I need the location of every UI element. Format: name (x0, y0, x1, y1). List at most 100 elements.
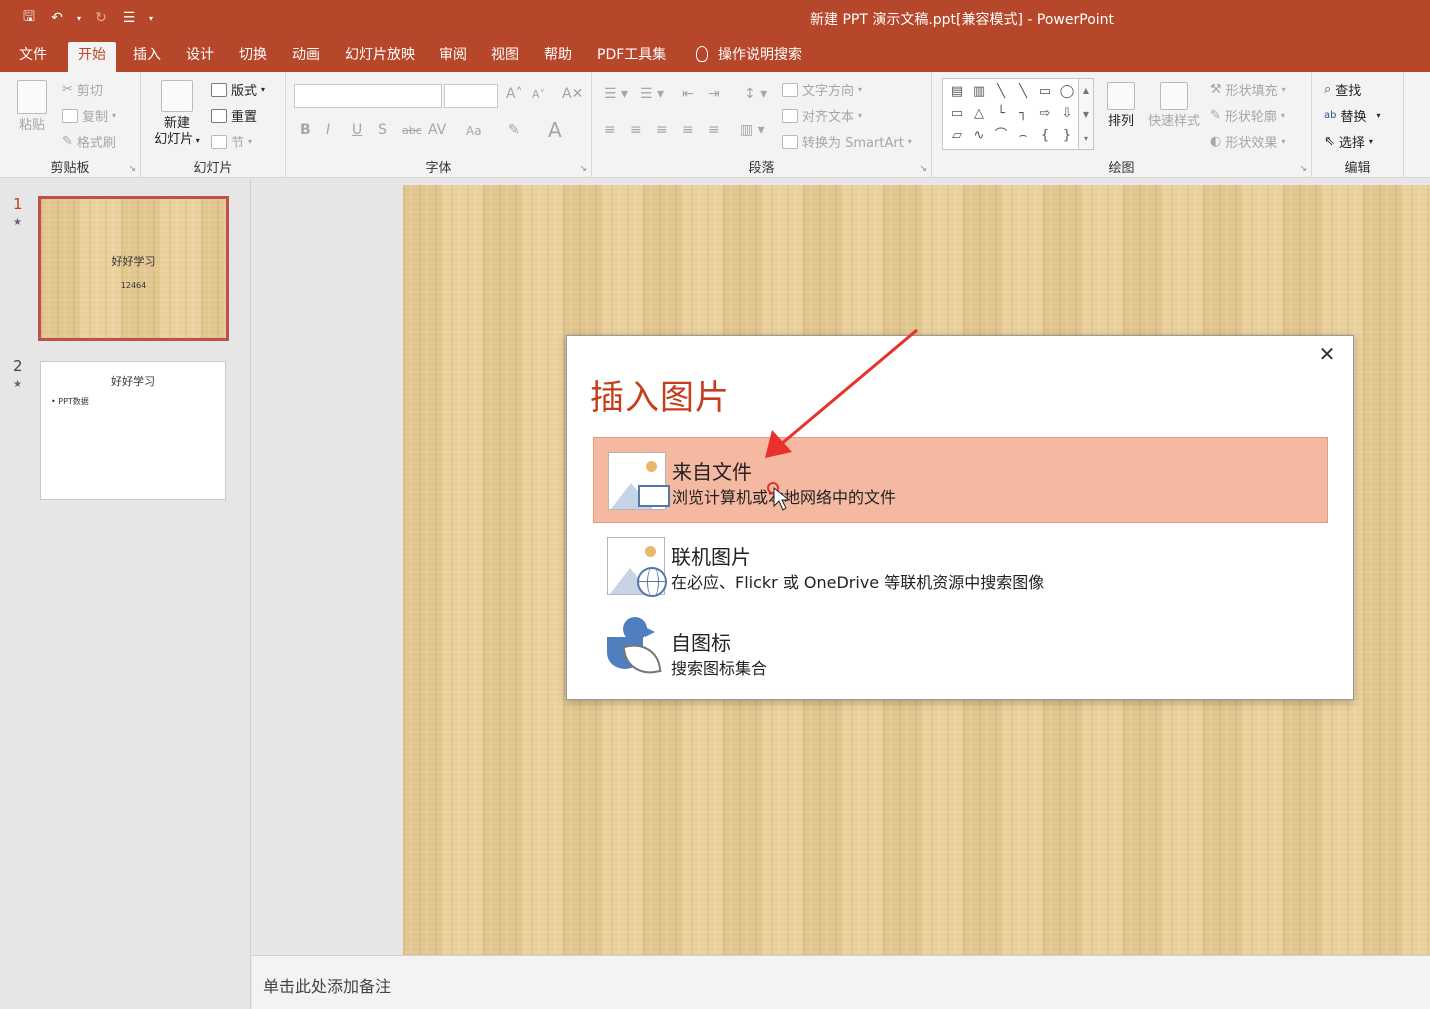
quick-styles-button[interactable]: 快速样式 (1146, 82, 1202, 130)
from-file-option[interactable]: 来自文件 浏览计算机或本地网络中的文件 (593, 437, 1328, 523)
oval-shape-icon[interactable]: ◯ (1057, 81, 1077, 103)
underline-icon[interactable]: U (352, 122, 362, 138)
notes-pane[interactable]: 单击此处添加备注 (252, 955, 1430, 1009)
italic-icon[interactable]: I (326, 122, 330, 138)
brace-right-shape-icon[interactable]: } (1057, 125, 1077, 147)
close-icon[interactable]: ✕ (1317, 344, 1337, 364)
freeform-shape-icon[interactable]: ▱ (947, 125, 967, 147)
connector-shape-icon[interactable]: └ (991, 103, 1011, 125)
redo-icon[interactable]: ↻ (90, 8, 112, 28)
tab-review[interactable]: 审阅 (429, 42, 477, 72)
textbox-shape-icon[interactable]: ▤ (947, 81, 967, 103)
tell-me-search[interactable]: 操作说明搜索 (686, 42, 812, 72)
tab-file[interactable]: 文件 (9, 42, 57, 72)
section-button[interactable]: 节 ▾ (211, 132, 252, 151)
font-name-combo[interactable] (294, 84, 442, 108)
align-right-icon[interactable]: ≡ (656, 122, 668, 138)
shapes-gallery[interactable]: ▤ ▥ ╲ ╲ ▭ ◯ ▭ △ └ ┐ ⇨ ⇩ ▱ ∿ ⌒ ⌢ { } (942, 78, 1092, 150)
customize-qat-icon[interactable]: ▾ (146, 8, 156, 28)
shapes-gallery-scroll[interactable]: ▲ ▼ ▾ (1078, 78, 1094, 150)
decrease-indent-icon[interactable]: ⇤ (682, 86, 694, 102)
reset-button[interactable]: 重置 (211, 106, 257, 125)
font-color-icon[interactable]: A (548, 118, 562, 142)
connector2-shape-icon[interactable]: ┐ (1013, 103, 1033, 125)
align-text-button[interactable]: 对齐文本 ▾ (782, 106, 862, 125)
clear-formatting-icon[interactable]: A✕ (562, 86, 583, 102)
replace-button[interactable]: ab 替换 ▾ (1324, 106, 1381, 125)
rect2-shape-icon[interactable]: ▭ (947, 103, 967, 125)
grow-font-icon[interactable]: A˄ (506, 86, 523, 102)
line2-shape-icon[interactable]: ╲ (1013, 81, 1033, 103)
tab-slideshow[interactable]: 幻灯片放映 (335, 42, 425, 72)
select-button[interactable]: ⇖ 选择 ▾ (1324, 132, 1373, 151)
arc2-shape-icon[interactable]: ⌢ (1013, 125, 1033, 147)
start-from-beginning-icon[interactable]: ☰ (118, 8, 140, 28)
smartart-button[interactable]: 转换为 SmartArt ▾ (782, 132, 912, 151)
curve-shape-icon[interactable]: ∿ (969, 125, 989, 147)
arc-shape-icon[interactable]: ⌒ (991, 125, 1011, 147)
justify-icon[interactable]: ≡ (682, 122, 694, 138)
clipboard-launcher-icon[interactable]: ↘ (128, 164, 136, 174)
right-arrow-shape-icon[interactable]: ⇨ (1035, 103, 1055, 125)
line-shape-icon[interactable]: ╲ (991, 81, 1011, 103)
save-icon[interactable]: 🖫 (18, 8, 40, 28)
shadow-icon[interactable]: S (378, 122, 387, 138)
tab-home[interactable]: 开始 (68, 42, 116, 72)
cut-button[interactable]: ✂ 剪切 (62, 80, 103, 99)
from-icons-option[interactable]: 自图标 搜索图标集合 (593, 609, 1328, 695)
tab-view[interactable]: 视图 (481, 42, 529, 72)
undo-icon[interactable]: ↶ (46, 8, 68, 28)
tab-transitions[interactable]: 切换 (229, 42, 277, 72)
group-font: A˄ A˅ A✕ B I U S abc AV Aa ✎ A 字体 ↘ (286, 72, 592, 178)
format-painter-button[interactable]: ✎ 格式刷 (62, 132, 116, 151)
select-label: 选择 (1338, 136, 1365, 151)
new-slide-button[interactable]: 新建 幻灯片 ▾ (149, 80, 205, 149)
shrink-font-icon[interactable]: A˅ (532, 88, 545, 101)
shape-fill-button[interactable]: ⚒ 形状填充 ▾ (1210, 80, 1286, 99)
arrange-button[interactable]: 排列 (1102, 82, 1140, 130)
character-spacing-icon[interactable]: AV (428, 122, 446, 138)
columns-icon[interactable]: ▥ ▾ (740, 122, 765, 138)
copy-dropdown-icon[interactable]: ▾ (112, 111, 116, 120)
down-arrow-shape-icon[interactable]: ⇩ (1057, 103, 1077, 125)
quick-access-toolbar: 🖫 ↶ ▾ ↻ ☰ ▾ (18, 8, 156, 28)
bullets-icon[interactable]: ☰ ▾ (604, 86, 628, 102)
numbering-icon[interactable]: ☰ ▾ (640, 86, 664, 102)
tab-design[interactable]: 设计 (176, 42, 224, 72)
paste-button[interactable]: 粘贴 (12, 80, 52, 134)
undo-dropdown-icon[interactable]: ▾ (74, 8, 84, 28)
paragraph-launcher-icon[interactable]: ↘ (919, 164, 927, 174)
text-direction-button[interactable]: 文字方向 ▾ (782, 80, 862, 99)
bold-icon[interactable]: B (300, 122, 311, 138)
new-slide-dropdown-icon[interactable]: ▾ (193, 136, 200, 145)
find-button[interactable]: ⌕ 查找 (1324, 80, 1361, 99)
font-launcher-icon[interactable]: ↘ (579, 164, 587, 174)
slide-thumbnail[interactable]: 好好学习 12464 (38, 196, 229, 341)
shape-effects-button[interactable]: ◐ 形状效果 ▾ (1210, 132, 1285, 151)
increase-indent-icon[interactable]: ⇥ (708, 86, 720, 102)
strikethrough-icon[interactable]: abc (402, 124, 422, 137)
rectangle-shape-icon[interactable]: ▭ (1035, 81, 1055, 103)
tab-insert[interactable]: 插入 (123, 42, 171, 72)
align-left-icon[interactable]: ≡ (604, 122, 616, 138)
shape-outline-button[interactable]: ✎ 形状轮廓 ▾ (1210, 106, 1285, 125)
drawing-launcher-icon[interactable]: ↘ (1299, 164, 1307, 174)
slide-thumbnail[interactable]: 好好学习 • PPT数据 (40, 361, 226, 500)
font-size-combo[interactable] (444, 84, 498, 108)
triangle-shape-icon[interactable]: △ (969, 103, 989, 125)
align-center-icon[interactable]: ≡ (630, 122, 642, 138)
option-description: 搜索图标集合 (671, 659, 768, 678)
brace-left-shape-icon[interactable]: { (1035, 125, 1055, 147)
copy-button[interactable]: 复制 ▾ (62, 106, 116, 125)
distributed-icon[interactable]: ≡ (708, 122, 720, 138)
change-case-icon[interactable]: Aa (466, 124, 482, 138)
layout-button[interactable]: 版式 ▾ (211, 80, 265, 99)
tab-animations[interactable]: 动画 (282, 42, 330, 72)
tab-help[interactable]: 帮助 (534, 42, 582, 72)
vertical-textbox-shape-icon[interactable]: ▥ (969, 81, 989, 103)
tab-pdf-tools[interactable]: PDF工具集 (587, 42, 676, 72)
online-pictures-option[interactable]: 联机图片 在必应、Flickr 或 OneDrive 等联机资源中搜索图像 (593, 523, 1328, 609)
highlight-icon[interactable]: ✎ (508, 122, 520, 138)
line-spacing-icon[interactable]: ↕ ▾ (744, 86, 767, 102)
group-paragraph: ☰ ▾ ☰ ▾ ⇤ ⇥ ↕ ▾ ≡ ≡ ≡ ≡ ≡ ▥ ▾ 文字方向 ▾ 对齐文本… (592, 72, 932, 178)
